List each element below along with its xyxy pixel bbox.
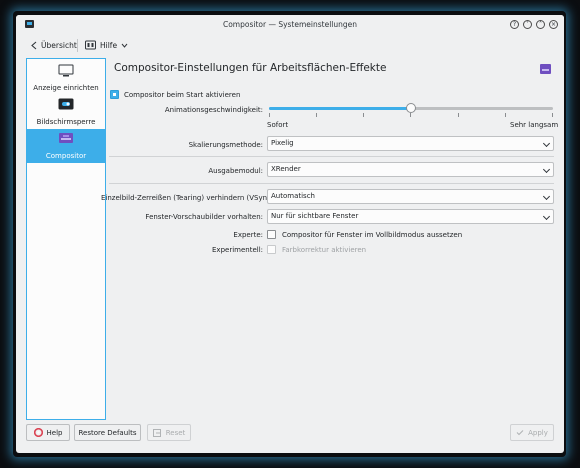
enable-on-start-label: Compositor beim Start aktivieren — [124, 91, 241, 99]
close-button[interactable]: × — [549, 20, 558, 29]
sidebar-item-compositor[interactable]: Compositor — [27, 129, 105, 163]
slider-tick — [552, 113, 553, 117]
chevron-down-icon — [542, 139, 551, 148]
slider-tick — [316, 113, 317, 117]
slider-tick — [269, 113, 270, 117]
animation-speed-slider-handle[interactable] — [406, 103, 416, 113]
backend-value: XRender — [271, 165, 301, 173]
section-divider — [109, 183, 554, 184]
animation-speed-min-label: Sofort — [267, 121, 289, 129]
suspend-fullscreen-label: Compositor für Fenster im Vollbildmodus … — [282, 231, 463, 239]
chevron-down-icon — [542, 212, 551, 221]
sidebar-item-label: Anzeige einrichten — [33, 84, 99, 92]
chevron-down-icon — [542, 165, 551, 174]
monitor-icon — [58, 64, 74, 77]
help-button-label: Help — [46, 428, 63, 437]
animation-speed-slider-fill — [269, 107, 411, 110]
title-bar[interactable]: Compositor — Systemeinstellungen ? ˅ ˄ × — [16, 15, 564, 34]
section-divider — [109, 156, 554, 157]
reset-button[interactable]: Reset — [147, 424, 191, 441]
compositor-icon — [59, 133, 73, 143]
category-sidebar: Anzeige einrichten Bildschirmsperre Comp… — [26, 58, 106, 420]
toolbar: Übersicht Hilfe — [16, 34, 564, 56]
settings-window: Compositor — Systemeinstellungen ? ˅ ˄ ×… — [16, 15, 564, 453]
help-button[interactable]: Help — [26, 424, 70, 441]
compositor-module-icon — [540, 64, 551, 74]
apply-button[interactable]: Apply — [510, 424, 554, 441]
context-help-icon[interactable]: ? — [510, 20, 519, 29]
slider-tick — [505, 113, 506, 117]
minimize-button[interactable]: ˅ — [523, 20, 532, 29]
restore-defaults-button[interactable]: Restore Defaults — [74, 424, 141, 441]
reset-icon — [152, 428, 161, 437]
back-button-label: Übersicht — [41, 40, 77, 50]
slider-tick — [410, 113, 411, 117]
toolbar-separator — [77, 39, 78, 52]
back-arrow-icon — [31, 41, 37, 49]
sidebar-item-screen-lock[interactable]: Bildschirmsperre — [27, 95, 105, 129]
chevron-down-icon — [542, 192, 551, 201]
color-correction-checkbox[interactable] — [267, 245, 276, 254]
vsync-value: Automatisch — [271, 192, 315, 200]
experimental-label: Experimentell: — [212, 246, 263, 254]
animation-speed-max-label: Sehr langsam — [510, 121, 559, 129]
slider-tick — [458, 113, 459, 117]
slider-tick — [363, 113, 364, 117]
sidebar-item-label: Bildschirmsperre — [36, 118, 96, 126]
apply-button-label: Apply — [528, 428, 548, 437]
help-menu-button[interactable]: Hilfe — [85, 38, 128, 52]
enable-on-start-checkbox[interactable] — [110, 90, 119, 99]
window-title: Compositor — Systemeinstellungen — [222, 20, 358, 29]
expert-label: Experte: — [233, 231, 263, 239]
sidebar-item-label: Compositor — [45, 152, 87, 160]
scaling-method-label: Skalierungsmethode: — [188, 141, 263, 149]
vsync-label: Einzelbild-Zerreißen (Tearing) verhinder… — [101, 194, 276, 202]
suspend-fullscreen-checkbox[interactable] — [267, 230, 276, 239]
animation-speed-label: Animationsgeschwindigkeit: — [164, 106, 263, 114]
scaling-method-value: Pixelig — [271, 139, 294, 147]
vsync-select[interactable]: Automatisch — [267, 189, 554, 204]
help-menu-label: Hilfe — [100, 40, 118, 50]
backend-label: Ausgabemodul: — [208, 167, 263, 175]
checkmark-icon — [516, 430, 524, 436]
scaling-method-select[interactable]: Pixelig — [267, 136, 554, 151]
back-button[interactable]: Übersicht — [30, 38, 77, 52]
thumbnails-value: Nur für sichtbare Fenster — [271, 212, 359, 220]
maximize-button[interactable]: ˄ — [536, 20, 545, 29]
thumbnails-select[interactable]: Nur für sichtbare Fenster — [267, 209, 554, 224]
backend-select[interactable]: XRender — [267, 162, 554, 177]
reset-button-label: Reset — [165, 428, 186, 437]
help-lifebuoy-icon — [33, 428, 43, 437]
sidebar-item-display[interactable]: Anzeige einrichten — [27, 61, 105, 95]
thumbnails-label: Fenster-Vorschaubilder vorhalten: — [145, 213, 263, 221]
chevron-down-icon — [121, 43, 128, 48]
restore-defaults-label: Restore Defaults — [78, 428, 137, 437]
page-title: Compositor-Einstellungen für Arbeitsfläc… — [114, 62, 387, 74]
color-correction-label: Farbkorrektur aktivieren — [282, 246, 367, 254]
screen-lock-icon — [58, 98, 74, 110]
help-icon — [85, 40, 96, 50]
